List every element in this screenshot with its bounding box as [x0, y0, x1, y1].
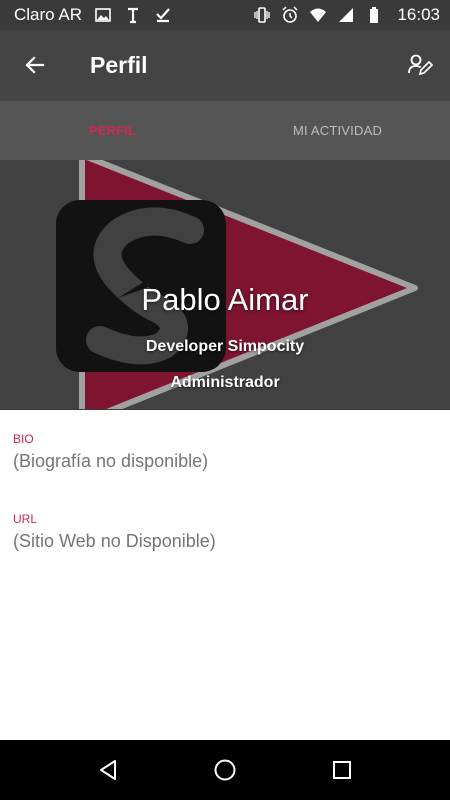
status-clock: 16:03 — [397, 5, 440, 24]
url-value: (Sitio Web no Disponible) — [13, 531, 216, 551]
image-icon — [94, 6, 112, 24]
profile-role: Developer Simpocity — [145, 338, 305, 355]
system-nav-bar — [0, 740, 450, 800]
text-icon — [124, 6, 142, 24]
status-bar: Claro AR 16:03 — [0, 0, 450, 30]
recents-square-icon — [332, 761, 351, 779]
alarm-icon — [281, 6, 299, 24]
carrier-label: Claro AR — [14, 5, 83, 24]
vibrate-icon — [253, 6, 271, 24]
nav-home-button[interactable] — [200, 745, 250, 795]
page-title: Perfil — [90, 51, 148, 78]
edit-profile-button[interactable] — [390, 30, 450, 100]
tab-perfil[interactable]: PERFIL — [0, 101, 225, 160]
tab-mi-actividad[interactable]: MI ACTIVIDAD — [225, 101, 450, 160]
status-right: 16:03 — [253, 5, 440, 25]
check-download-icon — [154, 6, 172, 24]
edit-profile-icon — [408, 54, 433, 76]
tab-bar: PERFIL MI ACTIVIDAD — [0, 100, 450, 160]
url-label: URL — [13, 512, 38, 526]
home-circle-icon — [214, 759, 236, 781]
profile-name: Pablo Aimar — [141, 282, 309, 317]
nav-back-button[interactable] — [83, 745, 133, 795]
back-triangle-icon — [100, 760, 117, 780]
arrow-back-icon — [25, 56, 45, 74]
signal-icon — [337, 6, 355, 24]
status-left: Claro AR — [14, 5, 172, 25]
profile-header: Pablo Aimar Developer Simpocity Administ… — [0, 160, 450, 410]
wifi-icon — [309, 6, 327, 24]
back-button[interactable] — [0, 30, 70, 100]
nav-recents-button[interactable] — [317, 745, 367, 795]
profile-rank: Administrador — [170, 374, 280, 391]
battery-icon — [365, 6, 383, 24]
bio-label: BIO — [13, 432, 34, 446]
bio-value: (Biografía no disponible) — [13, 451, 209, 471]
app-bar: Perfil — [0, 30, 450, 100]
